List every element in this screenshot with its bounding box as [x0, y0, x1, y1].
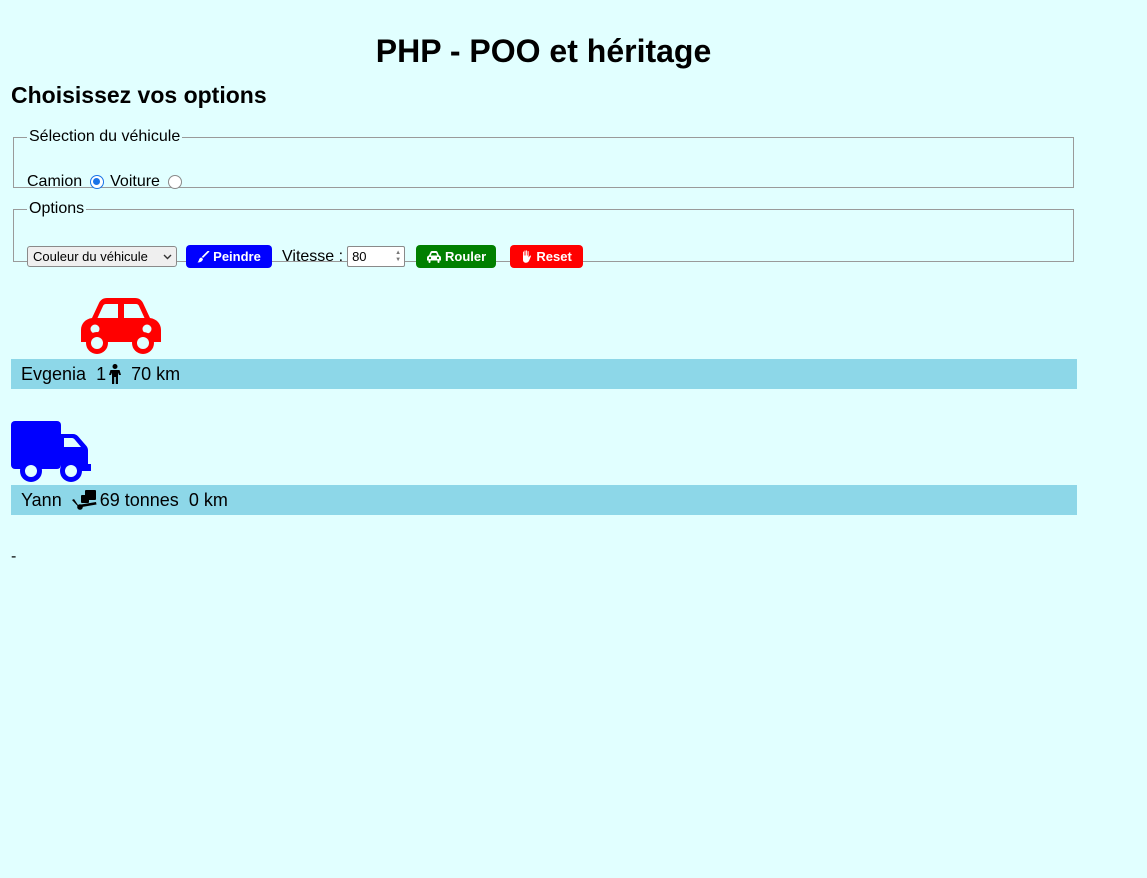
paintbrush-icon: [197, 250, 210, 262]
car-icon: [81, 298, 161, 354]
options-row: Couleur du véhicule Peindre Vitesse : 80…: [27, 245, 584, 268]
drive-button[interactable]: Rouler: [416, 245, 497, 268]
footer-dash: -: [11, 548, 17, 565]
options-legend: Options: [29, 200, 85, 217]
speed-input-value: 80: [352, 249, 367, 264]
section-title: Choisissez vos options: [11, 82, 267, 108]
speed-label: Vitesse :: [282, 247, 344, 265]
reset-button-label: Reset: [536, 249, 572, 264]
car-distance: 70 km: [131, 363, 181, 384]
driver-name: Yann: [21, 489, 62, 510]
chevron-down-icon: [163, 254, 172, 259]
color-select-value: Couleur du véhicule: [33, 249, 148, 264]
color-select[interactable]: Couleur du véhicule: [27, 246, 177, 267]
vehicle-info-car: Evgenia 1 70 km: [11, 359, 1077, 389]
truck-icon: [11, 421, 91, 482]
radio-label-camion: Camion: [27, 173, 83, 190]
person-icon: [109, 364, 122, 384]
radio-label-voiture: Voiture: [110, 173, 160, 190]
vehicle-info-truck: Yann 69 tonnes 0 km: [11, 485, 1077, 515]
page-title: PHP - POO et héritage: [375, 33, 712, 69]
dolly-icon: [71, 490, 97, 510]
paint-button-label: Peindre: [213, 249, 261, 264]
truck-distance: 0 km: [188, 489, 228, 510]
car-icon: [426, 250, 441, 263]
passenger-count: 1: [96, 363, 107, 384]
vehicle-radio-group: Camion Voiture: [27, 173, 188, 191]
options-fieldset: Options Couleur du véhicule Peindre Vite…: [13, 200, 1074, 268]
driver-name: Evgenia: [21, 363, 87, 384]
hand-icon: [523, 250, 532, 263]
vehicle-selection-legend: Sélection du véhicule: [29, 128, 181, 145]
vehicle-selection-fieldset: Sélection du véhicule Camion Voiture: [13, 128, 1074, 191]
paint-button[interactable]: Peindre: [186, 245, 272, 268]
speed-stepper[interactable]: ▲ ▼: [395, 250, 401, 264]
reset-button[interactable]: Reset: [510, 245, 584, 268]
radio-voiture[interactable]: [167, 175, 182, 189]
radio-camion[interactable]: [90, 175, 105, 189]
drive-button-label: Rouler: [444, 249, 487, 264]
speed-input[interactable]: 80 ▲ ▼: [347, 246, 406, 267]
truck-load: 69 tonnes: [99, 489, 179, 510]
